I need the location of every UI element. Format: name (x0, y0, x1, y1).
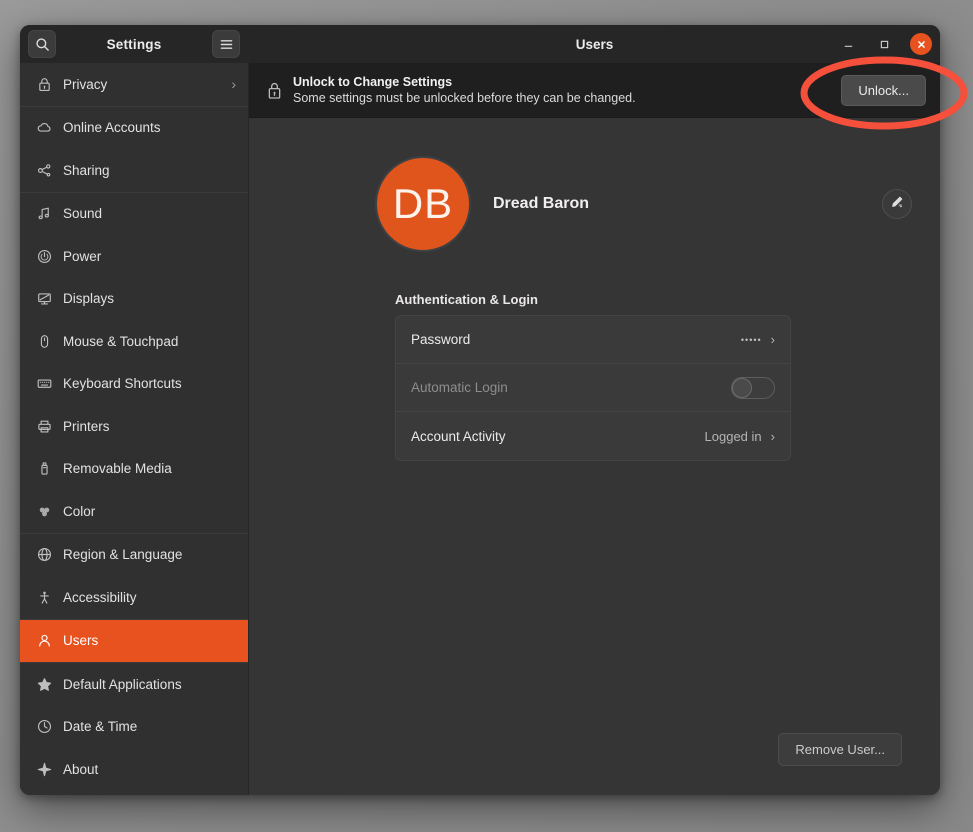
main-pane: Users (249, 25, 940, 795)
sidebar-item-label: About (63, 762, 236, 777)
page-title: Users (249, 37, 940, 52)
sidebar-item-label: Mouse & Touchpad (63, 334, 236, 349)
mouse-icon (34, 331, 54, 351)
sidebar-item-label: Date & Time (63, 719, 236, 734)
sidebar-item-label: Removable Media (63, 461, 236, 476)
sidebar-item-removable-media[interactable]: Removable Media (20, 448, 248, 491)
sidebar-item-default-applications[interactable]: Default Applications (20, 663, 248, 706)
music-note-icon (34, 204, 54, 224)
auth-row-label: Account Activity (411, 429, 506, 444)
sidebar-item-label: Sharing (63, 163, 236, 178)
sidebar-item-label: Keyboard Shortcuts (63, 376, 236, 391)
sidebar-item-accessibility[interactable]: Accessibility (20, 576, 248, 619)
sidebar-item-label: Power (63, 249, 236, 264)
unlock-banner: Unlock to Change Settings Some settings … (249, 63, 940, 118)
sidebar: Settings Privacy› Online Accounts Sharing S… (20, 25, 249, 795)
user-name: Dread Baron (493, 195, 589, 213)
clock-icon (34, 717, 54, 737)
sidebar-item-label: Users (63, 633, 236, 648)
minimize-button[interactable] (838, 34, 858, 54)
sidebar-item-power[interactable]: Power (20, 235, 248, 278)
window-titlebar: Users (249, 25, 940, 63)
auth-row-account-activity[interactable]: Account Activity Logged in › (396, 412, 790, 460)
sidebar-item-about[interactable]: About (20, 748, 248, 791)
cloud-icon (34, 118, 54, 138)
unlock-banner-text: Unlock to Change Settings Some settings … (293, 74, 636, 107)
auth-row-value-group: Logged in › (705, 429, 775, 444)
share-nodes-icon (34, 160, 54, 180)
avatar[interactable]: DB (375, 156, 471, 252)
unlock-button[interactable]: Unlock... (841, 75, 926, 106)
sidebar-item-users[interactable]: Users (20, 620, 248, 663)
edit-user-button[interactable] (882, 189, 912, 219)
auth-row-password[interactable]: Password ••••• › (396, 316, 790, 364)
sidebar-item-label: Displays (63, 291, 236, 306)
sidebar-item-date-time[interactable]: Date & Time (20, 706, 248, 749)
sidebar-item-label: Accessibility (63, 590, 236, 605)
user-header-row: DB Dread Baron (249, 156, 940, 252)
remove-user-wrap: Remove User... (778, 733, 902, 766)
auth-row-value-group (731, 377, 775, 399)
lock-icon (263, 81, 285, 100)
search-button[interactable] (28, 30, 56, 58)
chevron-right-icon: › (771, 429, 775, 444)
color-palette-icon (34, 501, 54, 521)
chevron-right-icon: › (771, 332, 775, 347)
keyboard-icon (34, 374, 54, 394)
auth-settings-list: Password ••••• › Automatic Login Account Act… (395, 315, 791, 461)
sidebar-item-sharing[interactable]: Sharing (20, 149, 248, 192)
sidebar-header: Settings (20, 25, 248, 63)
sparkle-icon (34, 759, 54, 779)
automatic-login-toggle[interactable] (731, 377, 775, 399)
globe-icon (34, 545, 54, 565)
auth-row-value: Logged in (705, 429, 762, 444)
sidebar-item-printers[interactable]: Printers (20, 405, 248, 448)
sidebar-item-label: Printers (63, 419, 236, 434)
main-menu-button[interactable] (212, 30, 240, 58)
sidebar-item-label: Sound (63, 206, 236, 221)
sidebar-item-label: Region & Language (63, 547, 236, 562)
pencil-icon (890, 195, 904, 214)
sidebar-item-online-accounts[interactable]: Online Accounts (20, 107, 248, 150)
toggle-knob (732, 378, 752, 398)
sidebar-item-label: Color (63, 504, 236, 519)
sidebar-item-color[interactable]: Color (20, 490, 248, 533)
display-icon (34, 289, 54, 309)
auth-row-automatic-login: Automatic Login (396, 364, 790, 412)
star-icon (34, 674, 54, 694)
remove-user-button[interactable]: Remove User... (778, 733, 902, 766)
sidebar-item-mouse-touchpad[interactable]: Mouse & Touchpad (20, 320, 248, 363)
sidebar-item-label: Privacy (63, 77, 232, 92)
auth-row-value: ••••• (741, 335, 762, 345)
chevron-right-icon: › (232, 77, 237, 92)
users-content: DB Dread Baron Authentication & Login Pa… (249, 118, 940, 795)
auth-row-label: Automatic Login (411, 380, 508, 395)
hamburger-menu-icon (219, 38, 234, 51)
sidebar-item-privacy[interactable]: Privacy› (20, 63, 248, 106)
power-icon (34, 246, 54, 266)
close-button[interactable] (910, 33, 932, 55)
sidebar-nav-list: Privacy› Online Accounts Sharing Sound Power… (20, 63, 248, 795)
window-controls (838, 33, 932, 55)
printer-icon (34, 416, 54, 436)
unlock-banner-subtitle: Some settings must be unlocked before th… (293, 90, 636, 107)
lock-icon (34, 74, 54, 94)
auth-section-title: Authentication & Login (395, 292, 940, 307)
auth-row-label: Password (411, 332, 470, 347)
usb-drive-icon (34, 459, 54, 479)
auth-row-value-group: ••••• › (741, 332, 775, 347)
sidebar-item-sound[interactable]: Sound (20, 193, 248, 236)
user-icon (34, 631, 54, 651)
search-icon (35, 37, 50, 52)
sidebar-item-keyboard-shortcuts[interactable]: Keyboard Shortcuts (20, 363, 248, 406)
settings-window: Settings Privacy›Online AccountsSharingS… (20, 25, 940, 795)
sidebar-item-region-language[interactable]: Region & Language (20, 534, 248, 577)
sidebar-item-label: Online Accounts (63, 120, 236, 135)
maximize-button[interactable] (874, 34, 894, 54)
sidebar-item-label: Default Applications (63, 677, 236, 692)
accessibility-icon (34, 587, 54, 607)
unlock-banner-title: Unlock to Change Settings (293, 74, 636, 90)
sidebar-item-displays[interactable]: Displays (20, 278, 248, 321)
